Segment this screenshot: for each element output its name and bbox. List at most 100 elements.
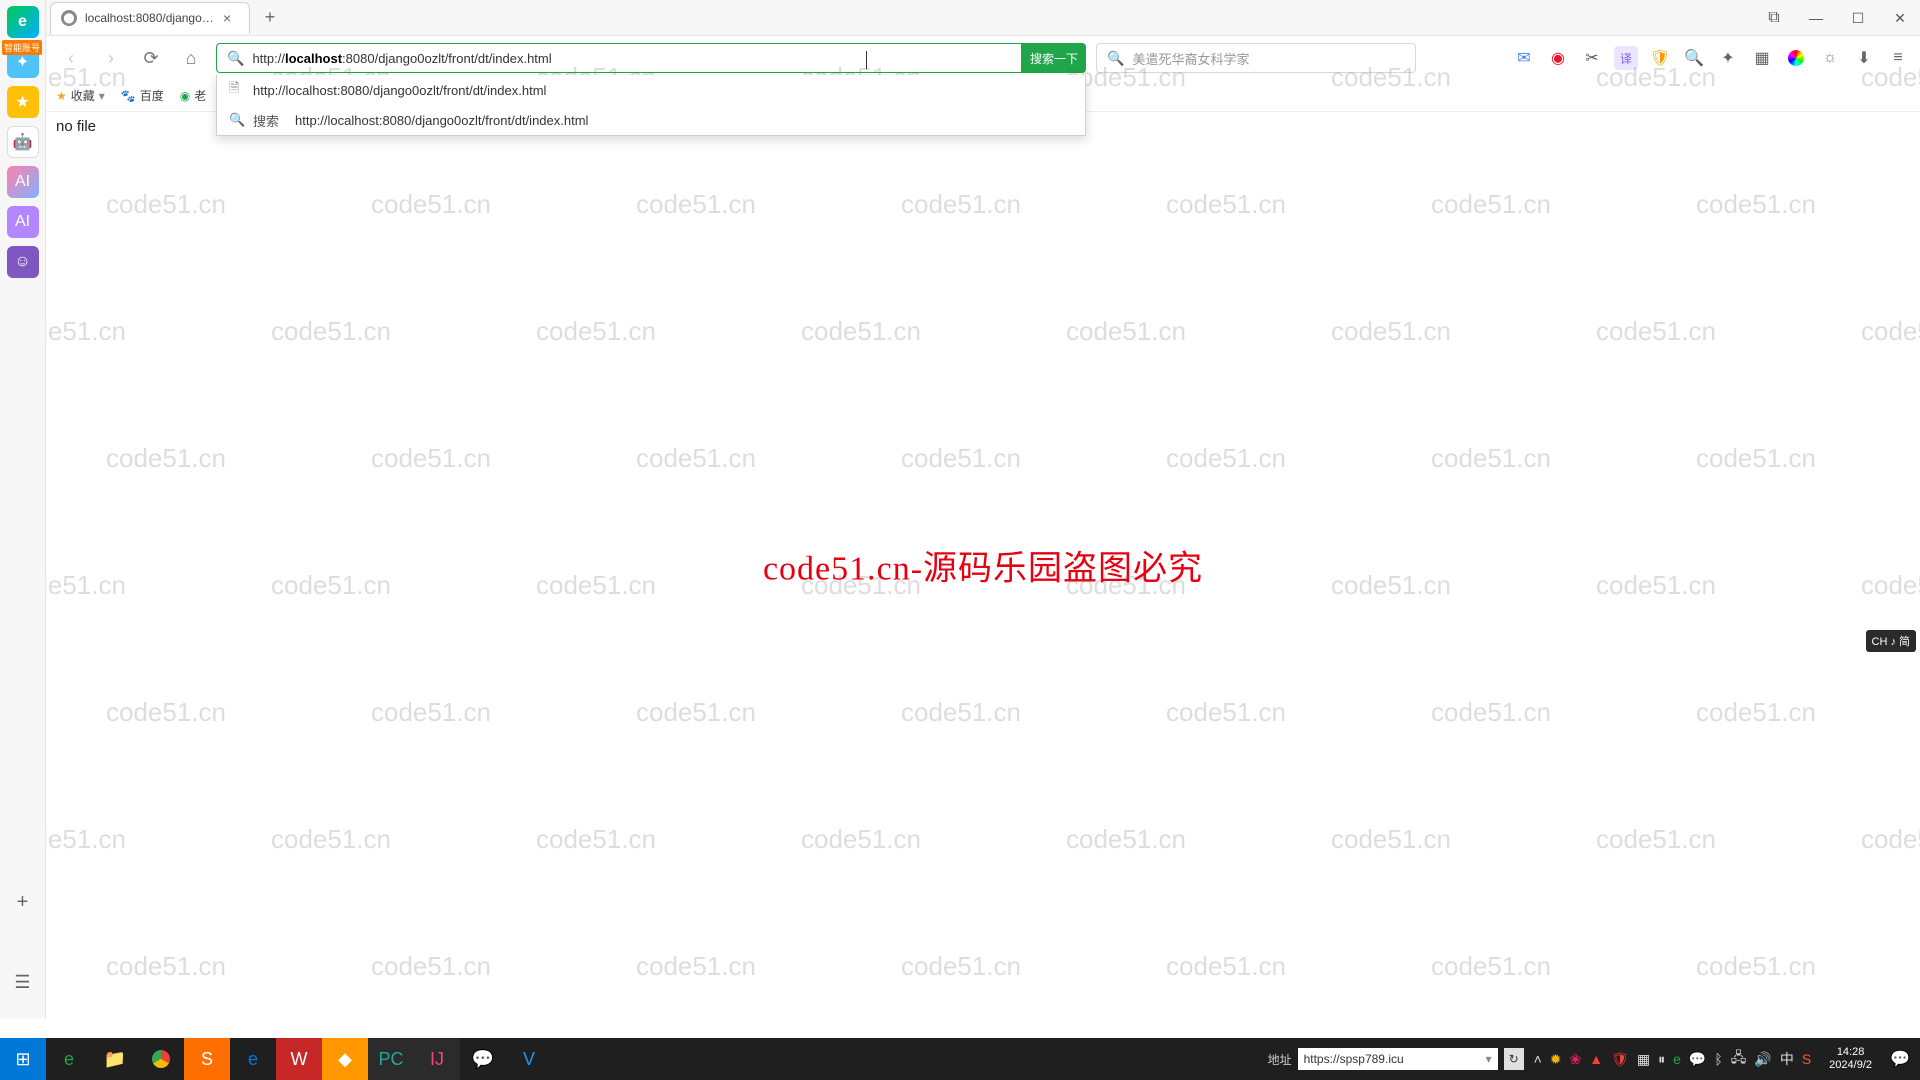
tab-close-button[interactable]: × <box>223 10 231 26</box>
browser-left-sidebar: e 智能账号 ✦ ★ 🤖 AI AI ☺ + ☰ <box>0 0 46 1018</box>
watermark-text: code51.cn <box>536 824 656 855</box>
sidebar-menu-icon[interactable]: ☰ <box>7 966 39 998</box>
watermark-text: code51.cn <box>536 316 656 347</box>
watermark-text: code51.cn <box>106 697 226 728</box>
tray-volume-icon[interactable]: 🔊 <box>1754 1051 1771 1068</box>
mail-icon[interactable]: ✉ <box>1512 46 1536 70</box>
forward-button[interactable]: › <box>96 43 126 73</box>
watermark-text: code51.cn <box>1431 951 1551 982</box>
autocomplete-prefix: 搜索 <box>253 111 279 130</box>
sidebar-badge: 智能账号 <box>2 40 42 55</box>
tray-app2-icon[interactable]: ❀ <box>1570 1051 1582 1068</box>
tray-bluetooth-icon[interactable]: ᛒ <box>1714 1051 1722 1067</box>
back-button[interactable]: ‹ <box>56 43 86 73</box>
watermark-text: code51.cn <box>106 189 226 220</box>
weibo-icon[interactable]: ◉ <box>1546 46 1570 70</box>
watermark-text: code51.cn <box>106 951 226 982</box>
taskbar-wechat-icon[interactable]: 💬 <box>460 1038 506 1080</box>
search-icon: 🔍 <box>229 112 243 128</box>
notification-center-button[interactable]: 💬 <box>1880 1038 1920 1080</box>
watermark-text: code51.cn <box>371 951 491 982</box>
taskbar-app-icon[interactable]: ◆ <box>322 1038 368 1080</box>
apps-icon[interactable]: ▦ <box>1750 46 1774 70</box>
autocomplete-item-search[interactable]: 🔍 搜索 http://localhost:8080/django0ozlt/f… <box>217 105 1085 135</box>
tray-app1-icon[interactable]: ✹ <box>1550 1051 1562 1068</box>
bookmark-item[interactable]: ◉老 <box>180 87 207 104</box>
start-button[interactable]: ⊞ <box>0 1038 46 1080</box>
sidebar-app4-icon[interactable]: AI <box>7 166 39 198</box>
address-bar[interactable]: 🔍 http://localhost:8080/django0ozlt/fron… <box>216 43 1022 73</box>
watermark-text: code51.cn <box>801 316 921 347</box>
tray-sogou-icon[interactable]: S <box>1802 1051 1811 1067</box>
taskbar-pycharm-icon[interactable]: PC <box>368 1038 414 1080</box>
sidebar-app3-icon[interactable]: 🤖 <box>7 126 39 158</box>
watermark-text: code51.cn <box>1861 824 1920 855</box>
theme-color-icon[interactable] <box>1784 46 1808 70</box>
text-cursor-icon <box>866 51 867 69</box>
watermark-text: code51.cn <box>1596 824 1716 855</box>
watermark-text: code51.cn <box>1166 697 1286 728</box>
tray-app3-icon[interactable]: ▲ <box>1589 1051 1603 1067</box>
tray-ime-icon[interactable]: 中 <box>1780 1049 1794 1069</box>
responsive-mode-button[interactable]: ⧉ <box>1754 0 1794 36</box>
sidebar-add-button[interactable]: + <box>7 886 39 918</box>
tray-app4-icon[interactable]: ▦ <box>1637 1051 1650 1068</box>
tray-chevron-icon[interactable]: ˄ <box>1534 1051 1542 1067</box>
extensions-icon[interactable]: ✦ <box>1716 46 1740 70</box>
home-button[interactable]: ⌂ <box>176 43 206 73</box>
reload-button[interactable]: ⟳ <box>136 43 166 73</box>
taskbar-clock[interactable]: 14:28 2024/9/2 <box>1821 1046 1880 1072</box>
taskbar-browser-icon[interactable]: e <box>46 1038 92 1080</box>
translate-icon[interactable]: 译 <box>1614 46 1638 70</box>
search-icon: 🔍 <box>227 50 244 67</box>
search-go-button[interactable]: 搜索一下 <box>1022 43 1086 73</box>
nofile-text: no file <box>56 118 96 135</box>
taskbar-address-go-button[interactable]: ↻ <box>1504 1048 1524 1070</box>
watermark-text: code51.cn <box>1166 443 1286 474</box>
new-tab-button[interactable]: + <box>256 4 284 32</box>
autocomplete-text: http://localhost:8080/django0ozlt/front/… <box>295 113 588 128</box>
tray-wechat-icon[interactable]: 💬 <box>1689 1051 1706 1068</box>
browser-logo-icon[interactable]: e <box>7 6 39 38</box>
watermark-text: code51.cn <box>901 697 1021 728</box>
tray-shield-icon[interactable]: 🛡 <box>1611 1051 1629 1068</box>
brightness-icon[interactable]: ☼ <box>1818 46 1842 70</box>
tray-app5-icon[interactable]: ⏸ <box>1658 1051 1665 1068</box>
search-icon: 🔍 <box>1107 50 1124 67</box>
title-bar: ⬤ localhost:8080/django0ozlt/f × + ⧉ — ☐… <box>0 0 1920 36</box>
taskbar-vscode-icon[interactable]: V <box>506 1038 552 1080</box>
shield-icon[interactable]: 🛡 <box>1648 46 1672 70</box>
sidebar-app5-icon[interactable]: AI <box>7 206 39 238</box>
taskbar-sublime-icon[interactable]: S <box>184 1038 230 1080</box>
bookmark-baidu[interactable]: 🐾百度 <box>121 87 164 104</box>
close-window-button[interactable]: ✕ <box>1880 0 1920 36</box>
taskbar-chrome-icon[interactable] <box>138 1038 184 1080</box>
tab-favicon-icon: ⬤ <box>61 10 77 26</box>
maximize-button[interactable]: ☐ <box>1838 0 1878 36</box>
sidebar-app2-icon[interactable]: ★ <box>7 86 39 118</box>
taskbar-edge-icon[interactable]: e <box>230 1038 276 1080</box>
taskbar-explorer-icon[interactable]: 📁 <box>92 1038 138 1080</box>
tray-network-icon[interactable]: 🖧 <box>1731 1047 1747 1071</box>
watermark-text: code51.cn <box>1066 316 1186 347</box>
navigation-bar: ‹ › ⟳ ⌂ 🔍 http://localhost:8080/django0o… <box>0 36 1920 80</box>
taskbar-address-label: 地址 <box>1268 1051 1292 1068</box>
hamburger-menu-icon[interactable]: ≡ <box>1886 46 1910 70</box>
favorites-button[interactable]: ★收藏▾ <box>56 87 105 104</box>
scissors-icon[interactable]: ✂ <box>1580 46 1604 70</box>
ime-indicator[interactable]: CH ♪ 简 <box>1866 630 1917 652</box>
browser-tab[interactable]: ⬤ localhost:8080/django0ozlt/f × <box>50 2 250 34</box>
tray-browser-icon[interactable]: e <box>1673 1051 1681 1067</box>
taskbar-idea-icon[interactable]: IJ <box>414 1038 460 1080</box>
download-icon[interactable]: ⬇ <box>1852 46 1876 70</box>
minimize-button[interactable]: — <box>1796 0 1836 36</box>
sidebar-app6-icon[interactable]: ☺ <box>7 246 39 278</box>
window-controls: ⧉ — ☐ ✕ <box>1754 0 1920 36</box>
secondary-search-box[interactable]: 🔍 美遣死华裔女科学家 <box>1096 43 1416 73</box>
autocomplete-item-history[interactable]: 🗎 http://localhost:8080/django0ozlt/fron… <box>217 75 1085 105</box>
zoom-icon[interactable]: 🔍 <box>1682 46 1706 70</box>
taskbar-wps-icon[interactable]: W <box>276 1038 322 1080</box>
watermark-text: code51.cn <box>106 443 226 474</box>
watermark-text: code51.cn <box>1166 951 1286 982</box>
taskbar-address-input[interactable]: https://spsp789.icu▾ <box>1298 1048 1498 1070</box>
